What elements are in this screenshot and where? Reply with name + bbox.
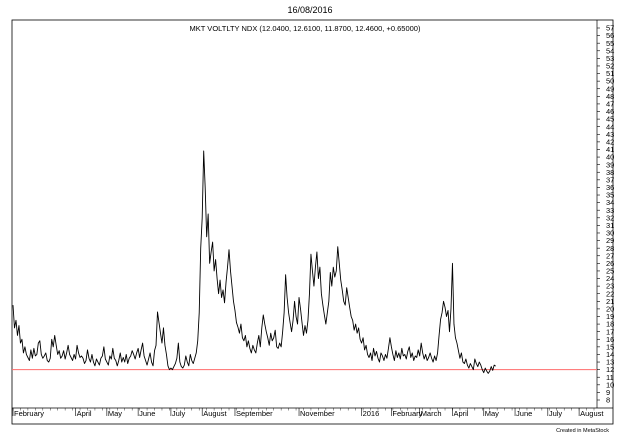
plot-area: 8910111213141516171819202122232425262728…	[12, 20, 614, 418]
x-tick-label: June	[516, 409, 532, 418]
x-tick-label: August	[580, 409, 604, 418]
chart: 16/08/2016 MKT VOLTLTY NDX (12.0400, 12.…	[11, 5, 614, 434]
y-axis-ticks: 8910111213141516171819202122232425262728…	[597, 24, 614, 405]
chart-frame	[11, 19, 614, 425]
series-line	[12, 150, 496, 374]
x-tick-label: November	[300, 409, 335, 418]
x-tick-label: September	[236, 409, 273, 418]
x-tick-label: February	[392, 409, 422, 418]
x-tick-label: April	[453, 409, 468, 418]
series-group	[12, 150, 496, 374]
chart-title: MKT VOLTLTY NDX (12.0400, 12.6100, 11.87…	[190, 24, 421, 33]
x-tick-label: April	[77, 409, 92, 418]
y-tick-label: 57	[606, 24, 614, 33]
x-axis-ticks: February April May June July August September N…	[12, 408, 604, 418]
x-tick-label: 2016	[363, 409, 380, 418]
chart-date: 16/08/2016	[287, 5, 332, 15]
x-tick-label: July	[549, 409, 563, 418]
x-tick-label: July	[172, 409, 186, 418]
chart-credit: Created in MetaStock	[556, 428, 609, 434]
x-tick-label: March	[421, 409, 442, 418]
x-tick-label: February	[14, 409, 44, 418]
